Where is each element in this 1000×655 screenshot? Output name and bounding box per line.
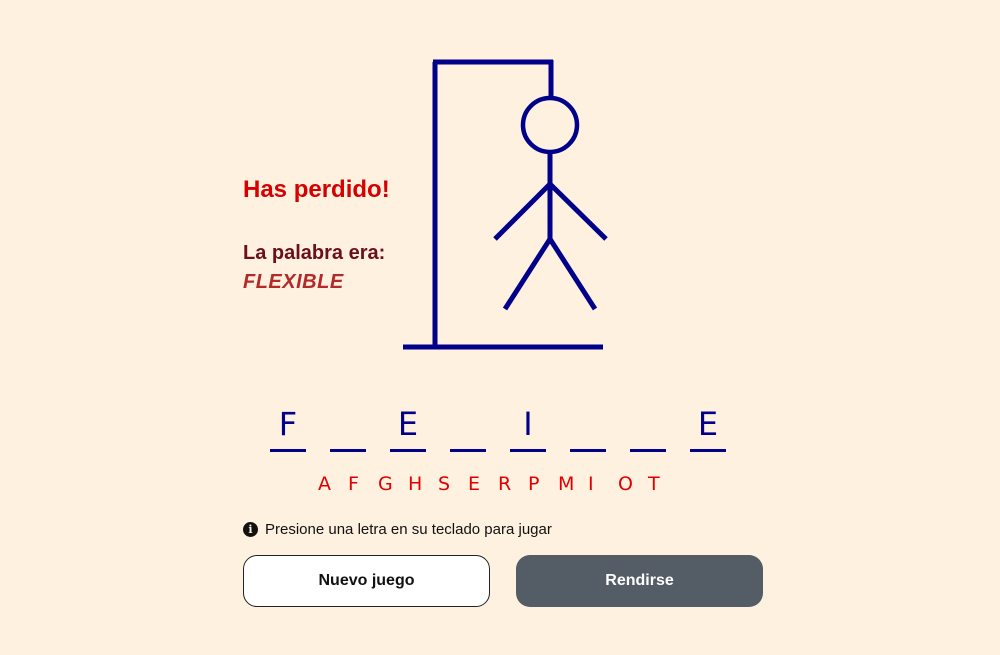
- used-letter: F: [348, 473, 359, 495]
- hangman-right-arm: [548, 182, 608, 241]
- hangman-head: [520, 95, 580, 155]
- game-status: Has perdido! La palabra era: FLEXIBLE: [243, 176, 390, 294]
- word-slots: F E I E: [270, 405, 726, 452]
- used-letter: G: [378, 473, 393, 495]
- used-letter: O: [618, 473, 633, 495]
- letter-slot: E: [690, 405, 726, 452]
- used-letters: A F G H S E R P M I O T: [318, 473, 678, 495]
- letter-slot: [630, 405, 666, 452]
- reveal-word: FLEXIBLE: [243, 271, 344, 293]
- reveal-label: La palabra era:: [243, 242, 386, 264]
- used-letter: R: [498, 473, 512, 495]
- new-game-button[interactable]: Nuevo juego: [243, 555, 490, 607]
- hangman-drawing: [403, 59, 608, 350]
- letter-slot: [330, 405, 366, 452]
- letter-slot: I: [510, 405, 546, 452]
- hangman-left-arm: [493, 182, 552, 241]
- letter-slot: F: [270, 405, 306, 452]
- used-letter: M: [558, 473, 575, 495]
- hangman-right-leg: [547, 237, 598, 311]
- hint-text: Presione una letra en su teclado para ju…: [265, 521, 552, 538]
- letter-slot: E: [390, 405, 426, 452]
- info-icon: i: [243, 522, 258, 537]
- hangman-left-leg: [502, 237, 553, 311]
- letter-slot: [570, 405, 606, 452]
- used-letter: H: [408, 473, 423, 495]
- used-letter: P: [528, 473, 540, 495]
- used-letter: T: [648, 473, 660, 495]
- keyboard-hint: i Presione una letra en su teclado para …: [243, 521, 552, 538]
- used-letter: A: [318, 473, 331, 495]
- letter-slot: [450, 405, 486, 452]
- give-up-button[interactable]: Rendirse: [516, 555, 763, 607]
- used-letter: I: [588, 473, 594, 495]
- used-letter: E: [468, 473, 481, 495]
- lost-title: Has perdido!: [243, 176, 390, 203]
- used-letter: S: [438, 473, 451, 495]
